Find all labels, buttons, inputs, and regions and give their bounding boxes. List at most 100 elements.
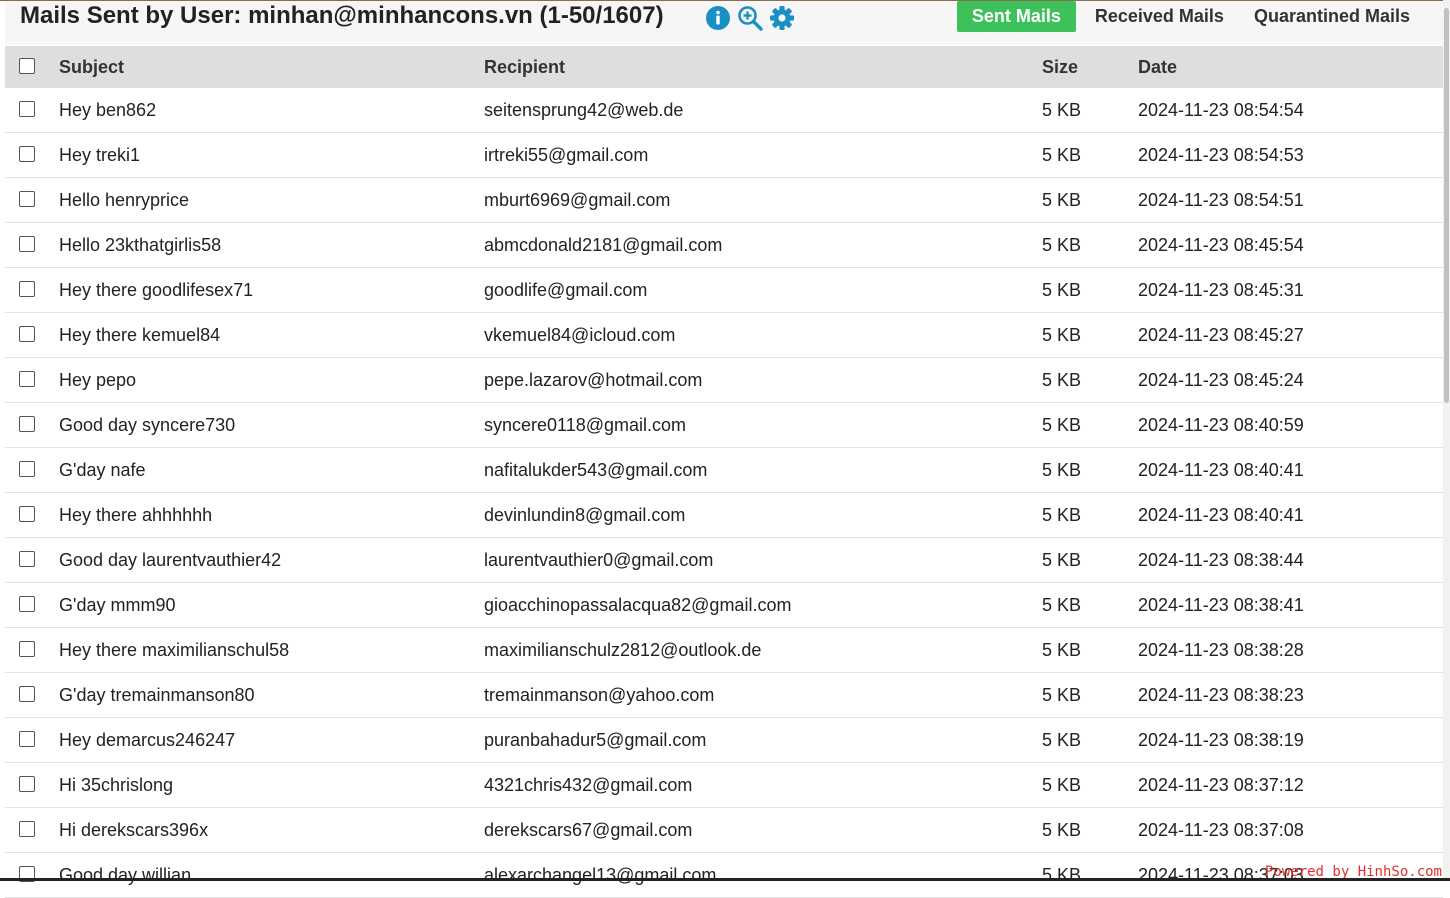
subject-cell[interactable]: Hey pepo xyxy=(59,357,484,403)
row-checkbox[interactable] xyxy=(19,820,35,837)
size-cell: 5 KB xyxy=(1042,88,1138,133)
column-header-size[interactable]: Size xyxy=(1042,46,1138,88)
table-row[interactable]: Hey pepo pepe.lazarov@hotmail.com 5 KB 2024… xyxy=(5,357,1443,403)
size-cell: 5 KB xyxy=(1042,852,1138,898)
subject-cell[interactable]: Hey treki1 xyxy=(59,132,484,178)
info-icon[interactable] xyxy=(705,5,731,31)
row-checkbox[interactable] xyxy=(19,640,35,657)
recipient-cell: mburt6969@gmail.com xyxy=(484,177,1042,223)
table-row[interactable]: Hey there kemuel84 vkemuel84@icloud.com 5 … xyxy=(5,312,1443,358)
table-row[interactable]: Hi 35chrislong 4321chris432@gmail.com 5 KB… xyxy=(5,762,1443,808)
tab-received-mails[interactable]: Received Mails xyxy=(1080,1,1239,32)
recipient-cell: laurentvauthier0@gmail.com xyxy=(484,537,1042,583)
row-checkbox[interactable] xyxy=(19,145,35,162)
row-checkbox-cell xyxy=(5,447,59,493)
table-row[interactable]: Hey there goodlifesex71 goodlife@gmail.co… xyxy=(5,267,1443,313)
subject-cell[interactable]: Hey there goodlifesex71 xyxy=(59,267,484,313)
gear-icon[interactable] xyxy=(769,5,795,31)
size-cell: 5 KB xyxy=(1042,357,1138,403)
column-header-date[interactable]: Date xyxy=(1138,46,1443,88)
subject-cell[interactable]: Good day syncere730 xyxy=(59,402,484,448)
row-checkbox[interactable] xyxy=(19,415,35,432)
recipient-cell: abmcdonald2181@gmail.com xyxy=(484,222,1042,268)
recipient-cell: gioacchinopassalacqua82@gmail.com xyxy=(484,582,1042,628)
table-row[interactable]: Hey there ahhhhhh devinlundin8@gmail.com 5… xyxy=(5,492,1443,538)
size-cell: 5 KB xyxy=(1042,762,1138,808)
mail-table: Subject Recipient Size Date Hey ben862 se… xyxy=(5,46,1443,898)
tab-quarantined-mails[interactable]: Quarantined Mails xyxy=(1239,1,1425,32)
date-cell: 2024-11-23 08:40:41 xyxy=(1138,447,1443,493)
subject-cell[interactable]: Hi derekscars396x xyxy=(59,807,484,853)
size-cell: 5 KB xyxy=(1042,537,1138,583)
row-checkbox[interactable] xyxy=(19,235,35,252)
row-checkbox[interactable] xyxy=(19,685,35,702)
subject-cell[interactable]: Hey demarcus246247 xyxy=(59,717,484,763)
subject-cell[interactable]: Hey there ahhhhhh xyxy=(59,492,484,538)
date-cell: 2024-11-23 08:38:41 xyxy=(1138,582,1443,628)
row-checkbox[interactable] xyxy=(19,325,35,342)
subject-cell[interactable]: Hello 23kthatgirlis58 xyxy=(59,222,484,268)
size-cell: 5 KB xyxy=(1042,222,1138,268)
subject-cell[interactable]: G'day nafe xyxy=(59,447,484,493)
row-checkbox-cell xyxy=(5,222,59,268)
row-checkbox[interactable] xyxy=(19,595,35,612)
row-checkbox[interactable] xyxy=(19,505,35,522)
tab-sent-mails[interactable]: Sent Mails xyxy=(956,1,1076,32)
date-cell: 2024-11-23 08:54:51 xyxy=(1138,177,1443,223)
table-row[interactable]: Hello henryprice mburt6969@gmail.com 5 KB 2… xyxy=(5,177,1443,223)
date-cell: 2024-11-23 08:45:54 xyxy=(1138,222,1443,268)
date-cell: 2024-11-23 08:45:27 xyxy=(1138,312,1443,358)
size-cell: 5 KB xyxy=(1042,267,1138,313)
zoom-in-icon[interactable] xyxy=(737,5,763,31)
subject-cell[interactable]: Good day laurentvauthier42 xyxy=(59,537,484,583)
vertical-scrollbar[interactable] xyxy=(1443,0,1450,881)
row-checkbox-cell xyxy=(5,402,59,448)
recipient-cell: puranbahadur5@gmail.com xyxy=(484,717,1042,763)
table-row[interactable]: Hey demarcus246247 puranbahadur5@gmail.co… xyxy=(5,717,1443,763)
row-checkbox[interactable] xyxy=(19,730,35,747)
table-row[interactable]: Hey ben862 seitensprung42@web.de 5 KB 2024-… xyxy=(5,88,1443,133)
table-row[interactable]: Hey there maximilianschul58 maximiliansch… xyxy=(5,627,1443,673)
row-checkbox-cell xyxy=(5,852,59,898)
subject-cell[interactable]: Hey there kemuel84 xyxy=(59,312,484,358)
column-header-recipient[interactable]: Recipient xyxy=(484,46,1042,88)
subject-cell[interactable]: Hello henryprice xyxy=(59,177,484,223)
mail-table-container: Subject Recipient Size Date Hey ben862 se… xyxy=(5,46,1443,898)
row-checkbox[interactable] xyxy=(19,550,35,567)
table-row[interactable]: Good day laurentvauthier42 laurentvauthie… xyxy=(5,537,1443,583)
row-checkbox-cell xyxy=(5,807,59,853)
table-row[interactable]: Hello 23kthatgirlis58 abmcdonald2181@gmai… xyxy=(5,222,1443,268)
row-checkbox[interactable] xyxy=(19,370,35,387)
row-checkbox-cell xyxy=(5,267,59,313)
row-checkbox[interactable] xyxy=(19,100,35,117)
column-header-subject[interactable]: Subject xyxy=(59,46,484,88)
subject-cell[interactable]: Good day willian xyxy=(59,852,484,898)
table-row[interactable]: Hi derekscars396x derekscars67@gmail.com 5… xyxy=(5,807,1443,853)
header-icons xyxy=(705,5,795,31)
subject-cell[interactable]: Hey ben862 xyxy=(59,88,484,133)
table-row[interactable]: Hey treki1 irtreki55@gmail.com 5 KB 2024-11… xyxy=(5,132,1443,178)
table-row[interactable]: Good day syncere730 syncere0118@gmail.com… xyxy=(5,402,1443,448)
subject-cell[interactable]: G'day mmm90 xyxy=(59,582,484,628)
subject-cell[interactable]: Hey there maximilianschul58 xyxy=(59,627,484,673)
date-cell: 2024-11-23 08:45:31 xyxy=(1138,267,1443,313)
scrollbar-thumb[interactable] xyxy=(1444,8,1449,403)
row-checkbox[interactable] xyxy=(19,460,35,477)
table-row[interactable]: Good day willian alexarchangel13@gmail.co… xyxy=(5,852,1443,898)
date-cell: 2024-11-23 08:38:23 xyxy=(1138,672,1443,718)
table-row[interactable]: G'day tremainmanson80 tremainmanson@yahoo… xyxy=(5,672,1443,718)
recipient-cell: devinlundin8@gmail.com xyxy=(484,492,1042,538)
subject-cell[interactable]: G'day tremainmanson80 xyxy=(59,672,484,718)
subject-cell[interactable]: Hi 35chrislong xyxy=(59,762,484,808)
select-all-checkbox[interactable] xyxy=(19,57,35,74)
table-row[interactable]: G'day mmm90 gioacchinopassalacqua82@gmail… xyxy=(5,582,1443,628)
size-cell: 5 KB xyxy=(1042,402,1138,448)
date-cell: 2024-11-23 08:37:12 xyxy=(1138,762,1443,808)
row-checkbox[interactable] xyxy=(19,775,35,792)
table-row[interactable]: G'day nafe nafitalukder543@gmail.com 5 KB 2… xyxy=(5,447,1443,493)
row-checkbox-cell xyxy=(5,672,59,718)
recipient-cell: maximilianschulz2812@outlook.de xyxy=(484,627,1042,673)
row-checkbox[interactable] xyxy=(19,190,35,207)
recipient-cell: nafitalukder543@gmail.com xyxy=(484,447,1042,493)
row-checkbox[interactable] xyxy=(19,280,35,297)
